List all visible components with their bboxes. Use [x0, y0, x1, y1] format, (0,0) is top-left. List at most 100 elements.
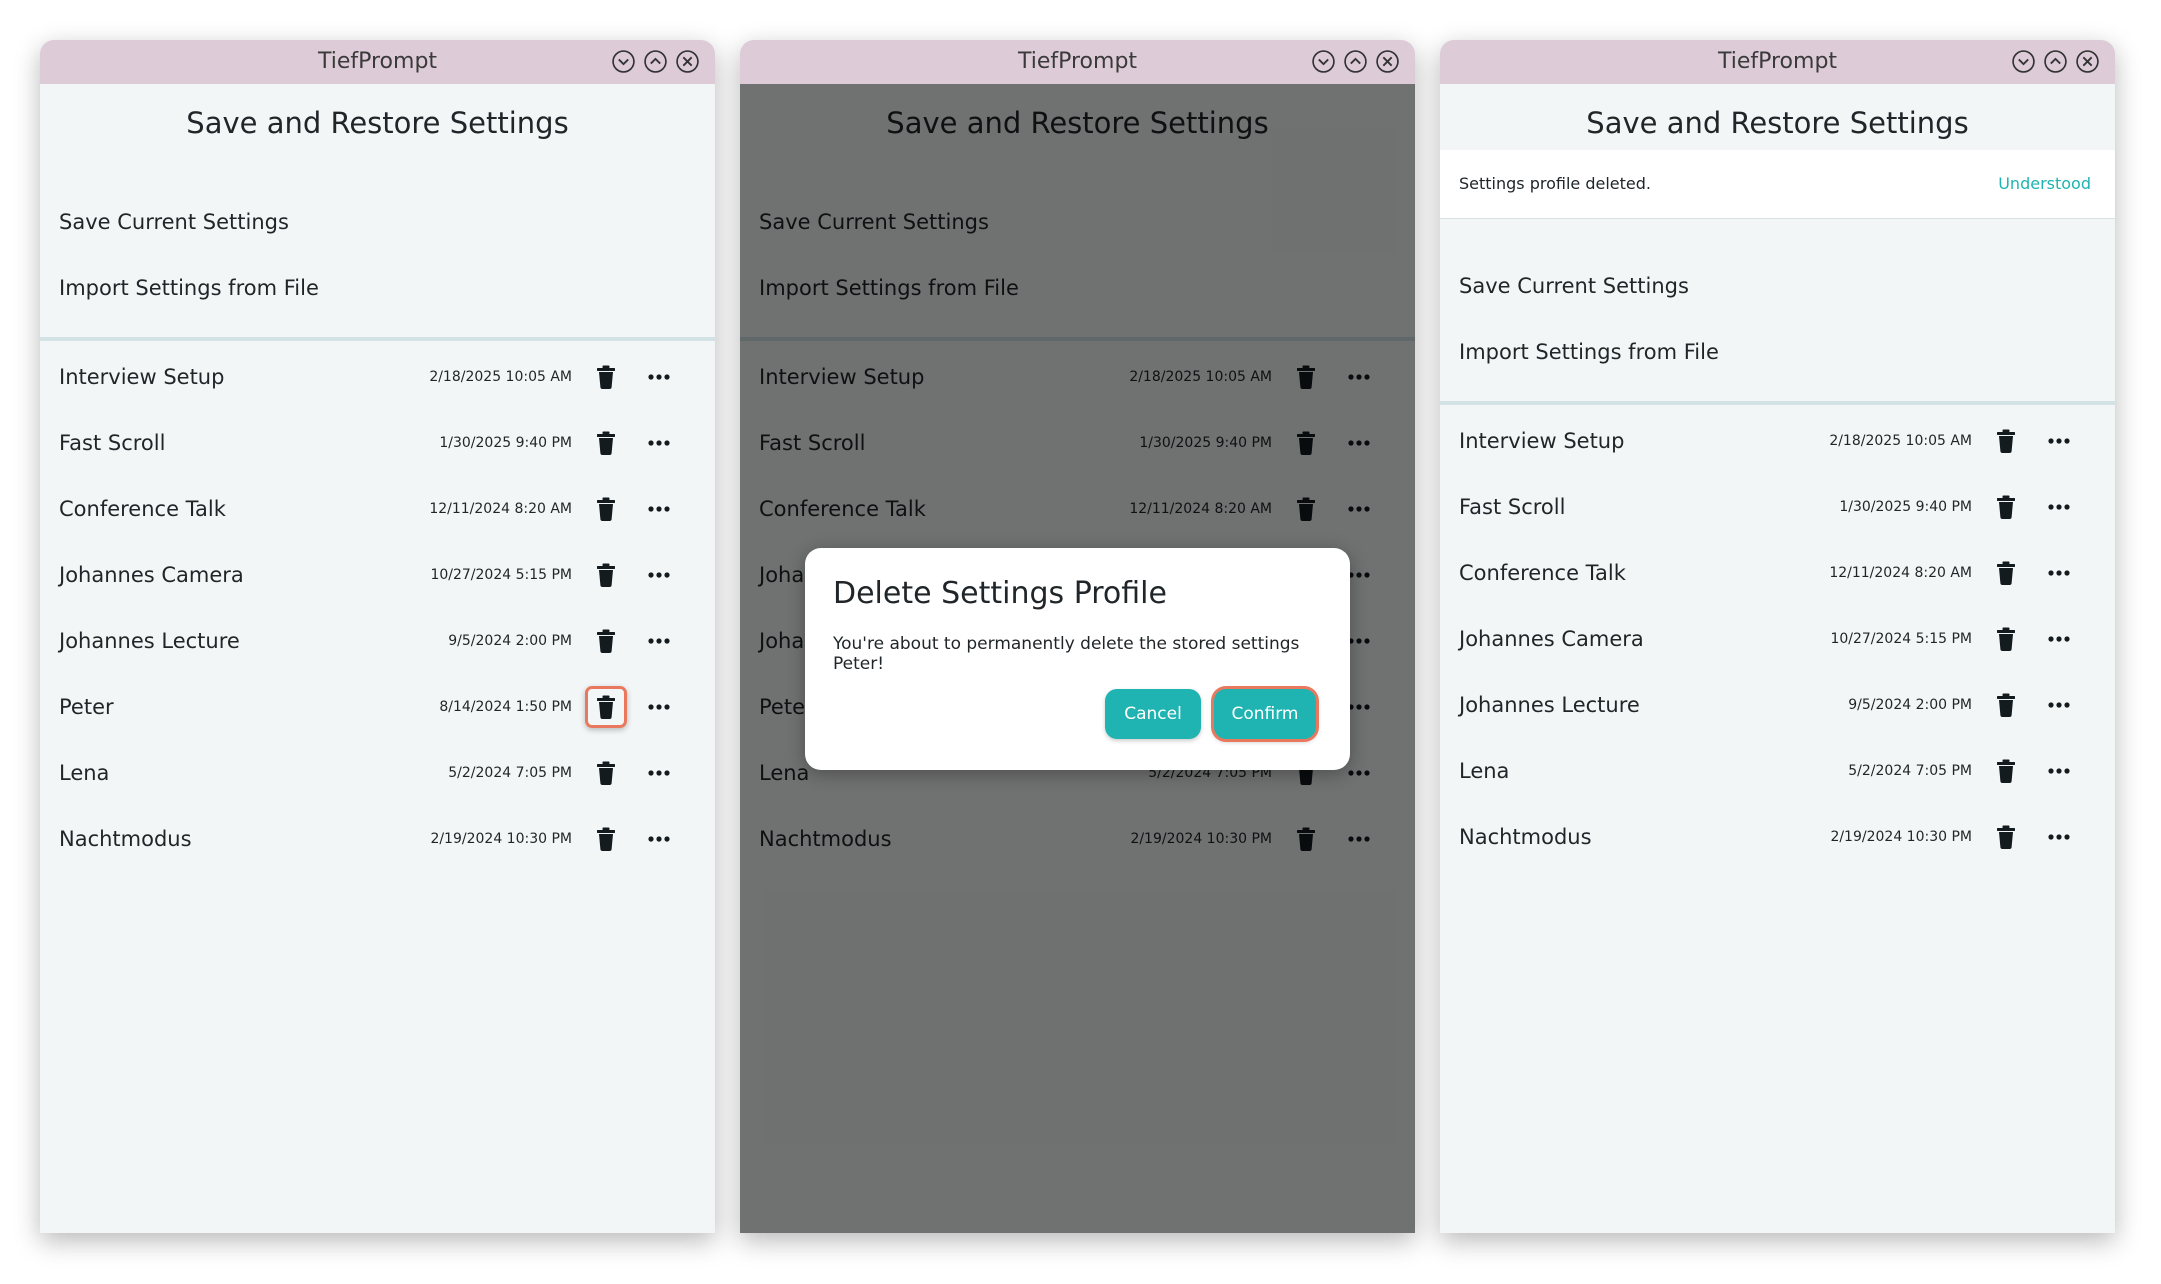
trash-icon[interactable] [591, 560, 621, 590]
app-window-dialog: TiefPrompt Save and Restore Settings Sav… [740, 40, 1415, 1233]
profile-name: Peter [59, 695, 114, 719]
more-icon[interactable] [644, 365, 674, 389]
more-icon[interactable] [2044, 693, 2074, 717]
profile-name: Nachtmodus [59, 827, 192, 851]
understood-button[interactable]: Understood [1998, 150, 2091, 218]
profile-name: Fast Scroll [1459, 495, 1566, 519]
trash-icon[interactable] [591, 824, 621, 854]
profile-name: Interview Setup [59, 365, 225, 389]
more-icon[interactable] [644, 431, 674, 455]
profile-row[interactable]: Interview Setup 2/18/2025 10:05 AM [1440, 408, 2115, 474]
profile-date: 5/2/2024 7:05 PM [448, 765, 572, 781]
dialog-message: You're about to permanently delete the s… [833, 634, 1300, 674]
trash-icon[interactable] [585, 686, 627, 728]
save-current-settings-button[interactable]: Save Current Settings [59, 210, 289, 234]
confirm-button[interactable]: Confirm [1214, 689, 1316, 739]
profile-date: 9/5/2024 2:00 PM [448, 633, 572, 649]
trash-icon[interactable] [1991, 822, 2021, 852]
profile-row[interactable]: Nachtmodus 2/19/2024 10:30 PM [40, 806, 715, 872]
profile-row[interactable]: Johannes Camera 10/27/2024 5:15 PM [1440, 606, 2115, 672]
maximize-icon[interactable] [643, 49, 668, 74]
profile-date: 10/27/2024 5:15 PM [1830, 631, 1972, 647]
trash-icon[interactable] [1991, 756, 2021, 786]
page-title: Save and Restore Settings [186, 106, 569, 140]
snackbar-message: Settings profile deleted. [1459, 174, 1651, 193]
profile-name: Johannes Camera [59, 563, 244, 587]
more-icon[interactable] [2044, 495, 2074, 519]
profile-date: 2/18/2025 10:05 AM [429, 369, 572, 385]
trash-icon[interactable] [1991, 492, 2021, 522]
profile-row[interactable]: Lena 5/2/2024 7:05 PM [1440, 738, 2115, 804]
page-title: Save and Restore Settings [1586, 106, 1969, 140]
profile-row[interactable]: Peter 8/14/2024 1:50 PM [40, 674, 715, 740]
profile-name: Johannes Camera [1459, 627, 1644, 651]
trash-icon[interactable] [1991, 558, 2021, 588]
more-icon[interactable] [644, 827, 674, 851]
profile-name: Conference Talk [1459, 561, 1626, 585]
more-icon[interactable] [2044, 825, 2074, 849]
profile-row[interactable]: Conference Talk 12/11/2024 8:20 AM [40, 476, 715, 542]
profile-row[interactable]: Johannes Camera 10/27/2024 5:15 PM [40, 542, 715, 608]
profile-date: 2/18/2025 10:05 AM [1829, 433, 1972, 449]
trash-icon[interactable] [1991, 624, 2021, 654]
trash-icon[interactable] [591, 758, 621, 788]
profile-row[interactable]: Nachtmodus 2/19/2024 10:30 PM [1440, 804, 2115, 870]
more-icon[interactable] [644, 761, 674, 785]
import-settings-button[interactable]: Import Settings from File [59, 276, 319, 300]
more-icon[interactable] [2044, 561, 2074, 585]
profile-name: Lena [1459, 759, 1510, 783]
trash-icon[interactable] [591, 626, 621, 656]
close-icon[interactable] [2075, 49, 2100, 74]
profile-row[interactable]: Fast Scroll 1/30/2025 9:40 PM [1440, 474, 2115, 540]
more-icon[interactable] [644, 629, 674, 653]
save-current-settings-button[interactable]: Save Current Settings [1459, 274, 1689, 298]
more-icon[interactable] [644, 563, 674, 587]
more-icon[interactable] [2044, 627, 2074, 651]
trash-icon[interactable] [591, 362, 621, 392]
more-icon[interactable] [644, 695, 674, 719]
trash-icon[interactable] [591, 428, 621, 458]
profile-row[interactable]: Fast Scroll 1/30/2025 9:40 PM [40, 410, 715, 476]
profile-name: Conference Talk [59, 497, 226, 521]
import-settings-button[interactable]: Import Settings from File [1459, 340, 1719, 364]
minimize-icon[interactable] [611, 49, 636, 74]
profile-row[interactable]: Interview Setup 2/18/2025 10:05 AM [40, 344, 715, 410]
cancel-button[interactable]: Cancel [1105, 689, 1201, 739]
title-bar[interactable]: TiefPrompt [40, 40, 715, 84]
dialog-title: Delete Settings Profile [833, 576, 1167, 611]
profile-date: 12/11/2024 8:20 AM [429, 501, 572, 517]
more-icon[interactable] [644, 497, 674, 521]
profile-date: 9/5/2024 2:00 PM [1848, 697, 1972, 713]
profile-date: 10/27/2024 5:15 PM [430, 567, 572, 583]
profile-row[interactable]: Johannes Lecture 9/5/2024 2:00 PM [1440, 672, 2115, 738]
profile-name: Interview Setup [1459, 429, 1625, 453]
profile-name: Lena [59, 761, 110, 785]
divider [40, 337, 715, 341]
minimize-icon[interactable] [2011, 49, 2036, 74]
title-bar[interactable]: TiefPrompt [1440, 40, 2115, 84]
close-icon[interactable] [675, 49, 700, 74]
divider [1440, 401, 2115, 405]
profile-row[interactable]: Johannes Lecture 9/5/2024 2:00 PM [40, 608, 715, 674]
app-window-list: TiefPrompt Save and Restore Settings Sav… [40, 40, 715, 1233]
minimize-icon[interactable] [1311, 49, 1336, 74]
profile-row[interactable]: Conference Talk 12/11/2024 8:20 AM [1440, 540, 2115, 606]
profile-date: 12/11/2024 8:20 AM [1829, 565, 1972, 581]
maximize-icon[interactable] [2043, 49, 2068, 74]
profile-name: Fast Scroll [59, 431, 166, 455]
title-bar[interactable]: TiefPrompt [740, 40, 1415, 84]
profile-row[interactable]: Lena 5/2/2024 7:05 PM [40, 740, 715, 806]
profile-date: 2/19/2024 10:30 PM [1830, 829, 1972, 845]
trash-icon[interactable] [1991, 690, 2021, 720]
trash-icon[interactable] [1991, 426, 2021, 456]
more-icon[interactable] [2044, 759, 2074, 783]
close-icon[interactable] [1375, 49, 1400, 74]
profile-date: 2/19/2024 10:30 PM [430, 831, 572, 847]
profile-date: 1/30/2025 9:40 PM [1839, 499, 1972, 515]
maximize-icon[interactable] [1343, 49, 1368, 74]
more-icon[interactable] [2044, 429, 2074, 453]
trash-icon[interactable] [591, 494, 621, 524]
delete-confirmation-dialog: Delete Settings Profile You're about to … [805, 548, 1350, 770]
profile-date: 8/14/2024 1:50 PM [439, 699, 572, 715]
profile-name: Johannes Lecture [59, 629, 240, 653]
